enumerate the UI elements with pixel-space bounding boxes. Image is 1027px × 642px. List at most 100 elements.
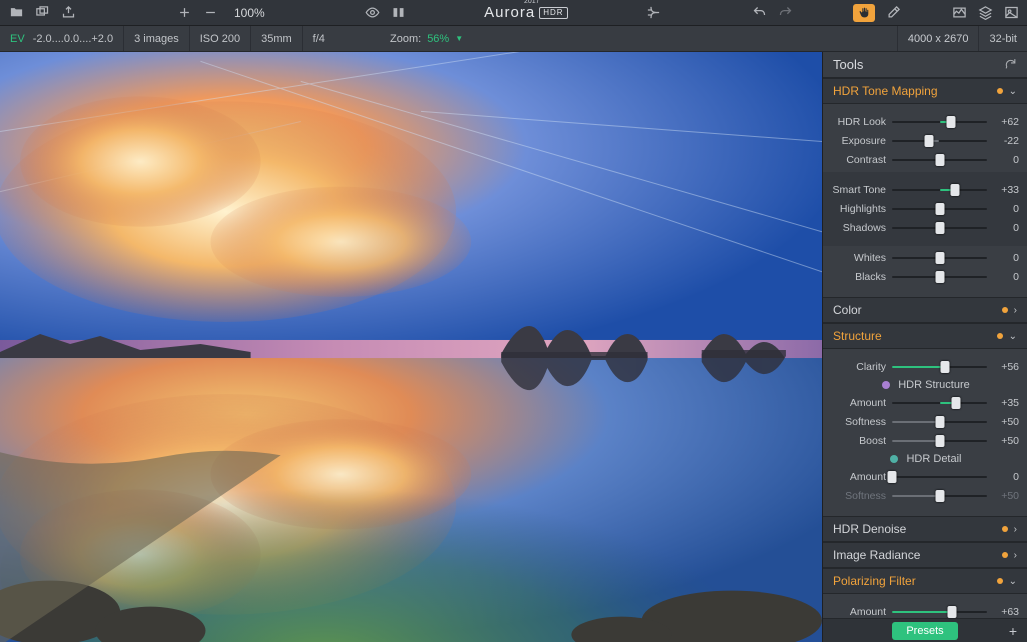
slider-shadows[interactable]: Shadows0 (831, 221, 1019, 235)
folder-icon[interactable] (8, 5, 24, 21)
slider-thumb[interactable] (935, 252, 944, 264)
redo-icon[interactable] (777, 5, 793, 21)
slider-thumb[interactable] (935, 416, 944, 428)
subheader-text: HDR Detail (906, 453, 961, 465)
refresh-icon[interactable] (1004, 57, 1017, 73)
slider-track[interactable] (892, 489, 987, 503)
histogram-icon[interactable] (951, 5, 967, 21)
status-dot-icon (997, 88, 1003, 94)
slider-value: -22 (993, 135, 1019, 147)
slider-track[interactable] (892, 415, 987, 429)
slider-softness[interactable]: Softness+50 (831, 489, 1019, 503)
presets-button[interactable]: Presets (892, 622, 957, 640)
chevron-down-icon: ⌄ (1009, 576, 1017, 587)
slider-contrast[interactable]: Contrast0 (831, 153, 1019, 167)
info-bar: EV -2.0....0.0....+2.0 3 images ISO 200 … (0, 26, 1027, 52)
section-denoise[interactable]: HDR Denoise› (823, 516, 1027, 542)
slider-amount[interactable]: Amount+35 (831, 396, 1019, 410)
slider-thumb[interactable] (935, 203, 944, 215)
slider-thumb[interactable] (925, 135, 934, 147)
slider-thumb[interactable] (935, 222, 944, 234)
canvas[interactable] (0, 52, 822, 642)
section-structure[interactable]: Structure ⌄ (823, 323, 1027, 349)
slider-amount[interactable]: Amount0 (831, 470, 1019, 484)
slider-track[interactable] (892, 470, 987, 484)
slider-track[interactable] (892, 183, 987, 197)
windows-icon[interactable] (34, 5, 50, 21)
crop-icon[interactable] (645, 5, 661, 21)
slider-smart-tone[interactable]: Smart Tone+33 (831, 183, 1019, 197)
slider-track[interactable] (892, 360, 987, 374)
slider-thumb[interactable] (946, 116, 955, 128)
eye-icon[interactable] (365, 5, 381, 21)
subheader: HDR Detail (831, 453, 1019, 465)
zoom-indicator[interactable]: Zoom: 56% ▼ (390, 33, 463, 45)
slider-label: Exposure (831, 135, 886, 147)
section-polarize[interactable]: Polarizing Filter ⌄ (823, 568, 1027, 594)
slider-thumb[interactable] (947, 606, 956, 618)
compare-icon[interactable] (391, 5, 407, 21)
bitdepth-value: 32-bit (978, 26, 1027, 51)
slider-thumb[interactable] (935, 435, 944, 447)
slider-softness[interactable]: Softness+50 (831, 415, 1019, 429)
zoom-display[interactable]: 100% (234, 6, 265, 20)
slider-exposure[interactable]: Exposure -22 (831, 134, 1019, 148)
app-title: 2017 Aurora HDR (484, 4, 567, 21)
slider-thumb[interactable] (935, 154, 944, 166)
status-dot-icon (1002, 552, 1008, 558)
export-icon[interactable] (60, 5, 76, 21)
slider-thumb[interactable] (941, 361, 950, 373)
slider-label: Amount (831, 471, 886, 483)
slider-track[interactable] (892, 251, 987, 265)
image-icon[interactable] (1003, 5, 1019, 21)
section-title: Structure (833, 329, 997, 343)
zoom-out-icon[interactable] (202, 5, 218, 21)
slider-track[interactable] (892, 396, 987, 410)
slider-track[interactable] (892, 221, 987, 235)
slider-label: Softness (831, 490, 886, 502)
slider-thumb[interactable] (951, 397, 960, 409)
tools-panel-header: Tools (823, 52, 1027, 78)
presets-bar: Presets + (823, 618, 1027, 642)
slider-label: Smart Tone (831, 184, 886, 196)
slider-track[interactable] (892, 153, 987, 167)
tools-panel: Tools HDR Tone Mapping⌄ HDR Look+62 Exposu… (822, 52, 1027, 642)
add-preset-icon[interactable]: + (1009, 623, 1017, 639)
slider-track[interactable] (892, 202, 987, 216)
aperture-value: f/4 (302, 26, 335, 51)
slider-thumb[interactable] (950, 184, 959, 196)
slider-thumb[interactable] (935, 271, 944, 283)
slider-boost[interactable]: Boost+50 (831, 434, 1019, 448)
slider-track[interactable] (892, 270, 987, 284)
ev-label: EV (0, 33, 31, 45)
chevron-down-icon: ⌄ (1009, 331, 1017, 342)
slider-blacks[interactable]: Blacks0 (831, 270, 1019, 284)
slider-track[interactable] (892, 134, 987, 148)
slider-value: 0 (993, 203, 1019, 215)
slider-value: +50 (993, 435, 1019, 447)
status-dot-icon (1002, 307, 1008, 313)
section-color[interactable]: Color› (823, 297, 1027, 323)
ev-values[interactable]: -2.0....0.0....+2.0 (31, 26, 123, 51)
main-area: Tools HDR Tone Mapping⌄ HDR Look+62 Exposu… (0, 52, 1027, 642)
slider-thumb[interactable] (888, 471, 897, 483)
slider-hdr-look[interactable]: HDR Look+62 (831, 115, 1019, 129)
chevron-right-icon: › (1014, 550, 1017, 561)
slider-amount[interactable]: Amount+63 (831, 605, 1019, 618)
slider-thumb[interactable] (935, 490, 944, 502)
section-title: Polarizing Filter (833, 574, 997, 588)
slider-whites[interactable]: Whites0 (831, 251, 1019, 265)
slider-highlights[interactable]: Highlights0 (831, 202, 1019, 216)
section-radiance[interactable]: Image Radiance› (823, 542, 1027, 568)
slider-clarity[interactable]: Clarity+56 (831, 360, 1019, 374)
hand-tool-icon[interactable] (853, 4, 875, 22)
slider-track[interactable] (892, 605, 987, 618)
zoom-in-icon[interactable] (176, 5, 192, 21)
slider-track[interactable] (892, 434, 987, 448)
slider-track[interactable] (892, 115, 987, 129)
brush-icon[interactable] (885, 5, 901, 21)
tools-scroll[interactable]: HDR Tone Mapping⌄ HDR Look+62 Exposure -22 C… (823, 78, 1027, 618)
section-hdr_tone[interactable]: HDR Tone Mapping⌄ (823, 78, 1027, 104)
layers-icon[interactable] (977, 5, 993, 21)
undo-icon[interactable] (751, 5, 767, 21)
